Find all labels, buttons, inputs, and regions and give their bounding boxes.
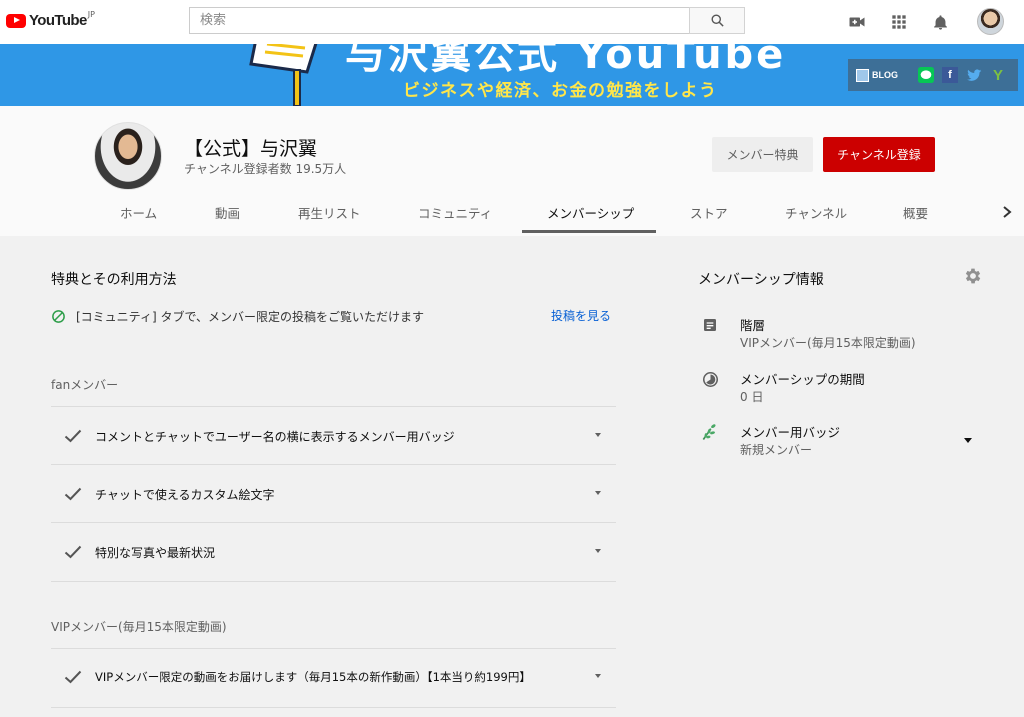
tab-videos[interactable]: 動画 xyxy=(215,203,240,222)
divider xyxy=(51,648,616,649)
badge-dropdown-caret-icon[interactable] xyxy=(964,438,972,443)
tab-community[interactable]: コミュニティ xyxy=(418,203,492,222)
level-icon xyxy=(700,315,720,335)
search-icon xyxy=(711,14,724,27)
perk-text: コメントとチャットでユーザー名の横に表示するメンバー用バッジ xyxy=(95,429,455,444)
book-illustration-icon xyxy=(249,44,318,106)
create-video-button[interactable] xyxy=(847,12,867,32)
gear-icon[interactable] xyxy=(963,266,983,286)
line-link[interactable] xyxy=(918,67,934,83)
banner-title: 与沢翼公式 YouTube xyxy=(345,44,787,78)
perk-item[interactable]: VIPメンバー限定の動画をお届けします（毎月15本の新作動画）【1本当り約199… xyxy=(51,666,616,688)
divider xyxy=(51,406,616,407)
tier-label: VIPメンバー(毎月15本限定動画) xyxy=(51,620,227,634)
level-value: VIPメンバー(毎月15本限定動画) xyxy=(740,336,916,350)
duration-icon xyxy=(700,369,720,389)
blog-link[interactable]: BLOG xyxy=(856,68,898,82)
account-avatar[interactable] xyxy=(977,8,1004,35)
facebook-link[interactable]: f xyxy=(942,67,958,83)
membership-info-title: メンバーシップ情報 xyxy=(698,272,824,288)
tier-label: fanメンバー xyxy=(51,378,119,392)
tabs-scroll-right-button[interactable] xyxy=(1000,204,1014,220)
community-note-text: [コミュニティ] タブで、メンバー限定の投稿をご覧いただけます xyxy=(76,309,424,324)
badge-label: メンバー用バッジ xyxy=(740,425,841,440)
channel-name: 【公式】与沢翼 xyxy=(184,138,318,160)
channel-header: 【公式】与沢翼 チャンネル登録者数 19.5万人 メンバー特典 チャンネル登録 … xyxy=(0,106,1024,236)
banner-links: BLOG f Y xyxy=(848,59,1018,91)
level-label: 階層 xyxy=(740,318,766,333)
perk-text: 特別な写真や最新状況 xyxy=(95,545,216,560)
logo-text: YouTube xyxy=(29,12,87,29)
sprout-badge-icon xyxy=(700,422,720,442)
search-button[interactable] xyxy=(689,7,745,34)
expand-caret-icon[interactable] xyxy=(595,491,601,495)
blog-icon xyxy=(856,68,869,82)
twitter-icon xyxy=(966,68,981,81)
check-icon xyxy=(64,545,82,559)
channel-banner: 与沢翼公式 YouTube ビジネスや経済、お金の勉強をしよう BLOG f Y xyxy=(0,44,1024,106)
perk-item[interactable]: チャットで使えるカスタム絵文字 xyxy=(51,483,616,505)
benefits-title: 特典とその利用方法 xyxy=(51,272,177,288)
apps-grid-icon xyxy=(892,15,906,29)
no-entry-icon xyxy=(52,309,65,323)
channel-avatar[interactable] xyxy=(94,122,162,190)
tab-store[interactable]: ストア xyxy=(690,203,728,222)
divider xyxy=(51,581,616,582)
yahoo-icon: Y xyxy=(992,66,1003,84)
divider xyxy=(51,707,616,708)
check-icon xyxy=(64,429,82,443)
member-perks-button[interactable]: メンバー特典 xyxy=(712,137,813,172)
duration-value: 0 日 xyxy=(740,390,764,404)
subscriber-count: チャンネル登録者数 19.5万人 xyxy=(184,162,347,176)
line-icon xyxy=(918,67,934,83)
facebook-icon: f xyxy=(948,69,952,81)
chevron-right-icon xyxy=(1003,206,1012,218)
expand-caret-icon[interactable] xyxy=(595,549,601,553)
search-input[interactable]: 検索 xyxy=(189,7,690,34)
twitter-link[interactable] xyxy=(966,67,982,83)
duration-label: メンバーシップの期間 xyxy=(740,372,865,387)
tab-playlists[interactable]: 再生リスト xyxy=(298,203,361,222)
subscribe-button[interactable]: チャンネル登録 xyxy=(823,137,935,172)
perk-text: チャットで使えるカスタム絵文字 xyxy=(95,487,275,502)
badge-value: 新規メンバー xyxy=(740,443,813,457)
bell-icon xyxy=(933,14,947,30)
view-posts-link[interactable]: 投稿を見る xyxy=(551,307,611,324)
perk-item[interactable]: コメントとチャットでユーザー名の横に表示するメンバー用バッジ xyxy=(51,425,616,447)
expand-caret-icon[interactable] xyxy=(595,433,601,437)
divider xyxy=(51,464,616,465)
video-camera-icon xyxy=(849,17,865,27)
expand-caret-icon[interactable] xyxy=(595,674,601,678)
perk-item[interactable]: 特別な写真や最新状況 xyxy=(51,541,616,563)
youtube-play-icon xyxy=(6,13,26,28)
apps-button[interactable] xyxy=(889,12,909,32)
top-bar: YouTube JP 検索 xyxy=(0,0,1024,44)
tab-channels[interactable]: チャンネル xyxy=(785,203,847,222)
community-note: [コミュニティ] タブで、メンバー限定の投稿をご覧いただけます 投稿を見る xyxy=(51,307,616,325)
perk-text: VIPメンバー限定の動画をお届けします（毎月15本の新作動画）【1本当り約199… xyxy=(95,670,531,684)
tab-about[interactable]: 概要 xyxy=(903,203,928,222)
check-icon xyxy=(64,670,82,684)
blog-link-label: BLOG xyxy=(872,70,898,80)
yahoo-link[interactable]: Y xyxy=(990,66,1006,84)
logo-region: JP xyxy=(87,10,95,19)
tab-membership[interactable]: メンバーシップ xyxy=(547,203,634,222)
notifications-button[interactable] xyxy=(930,12,950,32)
divider xyxy=(51,522,616,523)
tab-home[interactable]: ホーム xyxy=(120,203,157,222)
check-icon xyxy=(64,487,82,501)
banner-subtitle: ビジネスや経済、お金の勉強をしよう xyxy=(403,81,718,101)
active-tab-indicator xyxy=(522,230,656,233)
youtube-logo[interactable]: YouTube JP xyxy=(6,10,95,29)
